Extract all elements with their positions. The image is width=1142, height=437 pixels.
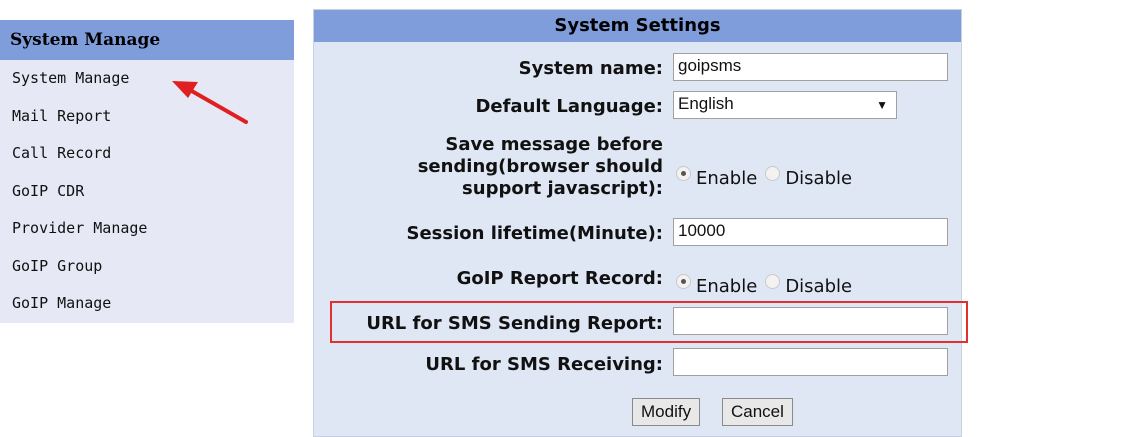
goip-report-disable-label: Disable [785,276,853,297]
sidebar-item-provider-manage[interactable]: Provider Manage [0,210,294,248]
sidebar-item-call-record[interactable]: Call Record [0,135,294,173]
save-message-label-line1: Save message before [445,134,663,155]
save-message-enable-label: Enable [696,168,758,189]
session-lifetime-input[interactable]: 10000 [673,218,948,246]
default-language-value: English [678,94,734,113]
default-language-select[interactable]: English ▼ [673,91,897,119]
save-message-label: Save message before sending(browser shou… [418,134,663,200]
save-message-disable-radio[interactable] [765,166,781,181]
cancel-button[interactable]: Cancel [722,398,793,426]
sidebar-header: System Manage [0,20,294,60]
sidebar-item-goip-group[interactable]: GoIP Group [0,248,294,286]
sidebar-item-goip-cdr[interactable]: GoIP CDR [0,173,294,211]
goip-report-disable-radio[interactable] [765,274,781,289]
save-message-enable-radio[interactable] [676,166,691,181]
annotation-arrow-icon [172,81,248,124]
url-sms-receiving-label: URL for SMS Receiving: [425,354,663,375]
default-language-label: Default Language: [475,96,663,117]
chevron-down-icon: ▼ [876,98,888,112]
modify-button[interactable]: Modify [632,398,701,426]
save-message-label-line3: support javascript): [462,178,663,199]
sidebar: System Manage System Manage Mail Report … [0,20,294,323]
system-name-label: System name: [518,58,663,79]
save-message-radio-group: Enable Disable [676,166,860,189]
url-sms-sending-report-label: URL for SMS Sending Report: [366,313,663,334]
save-message-disable-label: Disable [785,168,853,189]
goip-report-record-radio-group: Enable Disable [676,274,860,297]
system-settings-panel: System Settings System name: goipsms Def… [313,9,968,437]
session-lifetime-label: Session lifetime(Minute): [406,223,663,244]
sidebar-item-goip-manage[interactable]: GoIP Manage [0,285,294,323]
goip-report-enable-label: Enable [696,276,758,297]
url-sms-sending-report-input[interactable] [673,307,948,335]
goip-report-record-label: GoIP Report Record: [456,268,663,289]
url-sms-receiving-input[interactable] [673,348,948,376]
panel-title: System Settings [314,10,961,42]
system-name-input[interactable]: goipsms [673,53,948,81]
goip-report-enable-radio[interactable] [676,274,691,289]
save-message-label-line2: sending(browser should [417,156,663,177]
